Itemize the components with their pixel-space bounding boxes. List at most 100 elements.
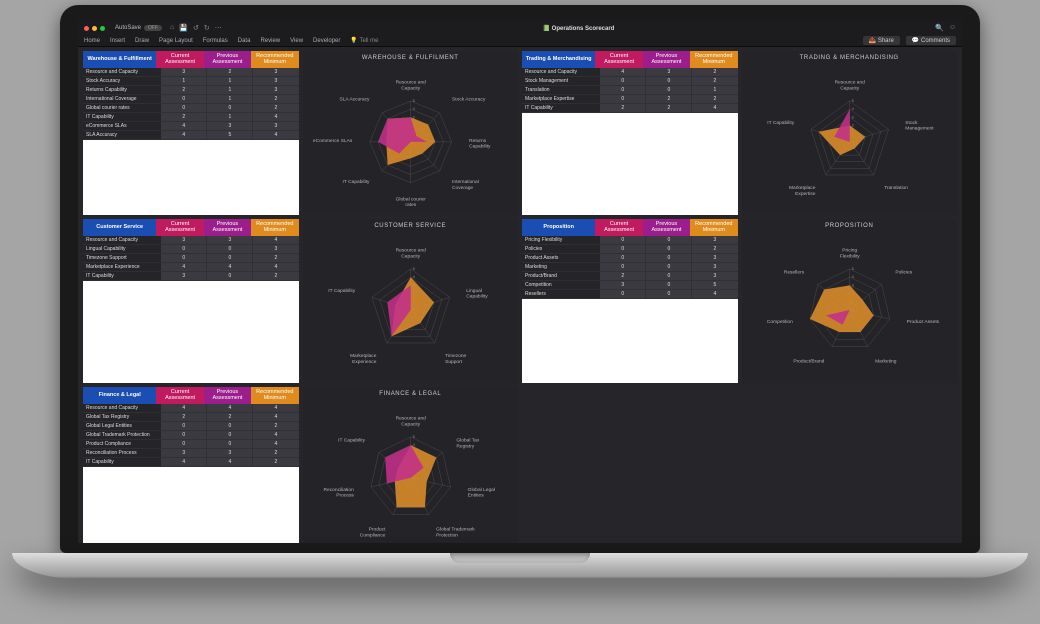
table-row[interactable]: Resellers004 (522, 290, 738, 299)
cell-current[interactable]: 4 (161, 263, 206, 272)
cell-previous[interactable]: 0 (645, 272, 691, 281)
cell-previous[interactable]: 0 (645, 77, 691, 86)
cell-previous[interactable]: 3 (206, 236, 252, 245)
cell-minimum[interactable]: 2 (252, 95, 298, 104)
cell-previous[interactable]: 0 (206, 272, 252, 281)
table-row[interactable]: Product Compliance004 (83, 440, 299, 449)
more-icon[interactable]: ⋯ (215, 24, 222, 32)
cell-current[interactable]: 2 (161, 86, 206, 95)
table-row[interactable]: Resource and Capacity334 (83, 236, 299, 245)
cell-minimum[interactable]: 2 (252, 422, 298, 431)
cell-current[interactable]: 3 (600, 281, 645, 290)
cell-previous[interactable]: 2 (206, 68, 252, 77)
cell-previous[interactable]: 0 (206, 431, 252, 440)
tab-formulas[interactable]: Formulas (203, 38, 228, 44)
cell-current[interactable]: 0 (161, 104, 206, 113)
comments-button[interactable]: 💬 Comments (906, 36, 956, 45)
cell-minimum[interactable]: 4 (252, 131, 298, 140)
tab-insert[interactable]: Insert (110, 38, 125, 44)
cell-minimum[interactable]: 2 (252, 272, 298, 281)
table-row[interactable]: Translation001 (522, 86, 738, 95)
autosave-toggle[interactable]: AutoSave OFF (115, 25, 162, 31)
cell-previous[interactable]: 1 (206, 113, 252, 122)
cell-previous[interactable]: 0 (645, 281, 691, 290)
cell-minimum[interactable]: 4 (252, 113, 298, 122)
cell-minimum[interactable]: 3 (252, 77, 298, 86)
cell-minimum[interactable]: 3 (252, 68, 298, 77)
tab-developer[interactable]: Developer (313, 38, 340, 44)
cell-current[interactable]: 0 (161, 431, 206, 440)
table-row[interactable]: Global Legal Entities002 (83, 422, 299, 431)
search-icon[interactable]: 🔍 (935, 24, 944, 32)
cell-current[interactable]: 3 (161, 236, 206, 245)
cell-minimum[interactable]: 4 (252, 431, 298, 440)
table-row[interactable]: Stock Management002 (522, 77, 738, 86)
cell-minimum[interactable]: 2 (691, 77, 737, 86)
cell-current[interactable]: 0 (161, 245, 206, 254)
cell-previous[interactable]: 0 (206, 104, 252, 113)
cell-previous[interactable]: 2 (206, 413, 252, 422)
home-icon[interactable]: ⌂ (170, 24, 174, 32)
table-row[interactable]: IT Capability442 (83, 458, 299, 467)
cell-current[interactable]: 4 (161, 131, 206, 140)
cell-current[interactable]: 0 (161, 95, 206, 104)
cell-previous[interactable]: 0 (206, 422, 252, 431)
cell-current[interactable]: 0 (600, 245, 645, 254)
minimize-icon[interactable] (92, 26, 97, 31)
table-row[interactable]: Global Tax Registry224 (83, 413, 299, 422)
cell-current[interactable]: 4 (161, 122, 206, 131)
tab-data[interactable]: Data (238, 38, 251, 44)
cell-previous[interactable]: 5 (206, 131, 252, 140)
tell-me-search[interactable]: Tell me (350, 37, 378, 44)
cell-current[interactable]: 0 (600, 86, 645, 95)
cell-current[interactable]: 0 (600, 95, 645, 104)
cell-previous[interactable]: 3 (206, 122, 252, 131)
cell-previous[interactable]: 4 (206, 263, 252, 272)
tab-view[interactable]: View (290, 38, 303, 44)
table-row[interactable]: Lingual Capability003 (83, 245, 299, 254)
cell-previous[interactable]: 0 (645, 263, 691, 272)
cell-minimum[interactable]: 3 (691, 272, 737, 281)
cell-current[interactable]: 3 (161, 272, 206, 281)
cell-previous[interactable]: 0 (645, 290, 691, 299)
cell-minimum[interactable]: 2 (252, 104, 298, 113)
cell-current[interactable]: 2 (600, 104, 645, 113)
cell-current[interactable]: 0 (600, 254, 645, 263)
cell-previous[interactable]: 2 (645, 95, 691, 104)
table-row[interactable]: SLA Accuracy454 (83, 131, 299, 140)
tab-home[interactable]: Home (84, 38, 100, 44)
cell-minimum[interactable]: 2 (691, 95, 737, 104)
close-icon[interactable] (84, 26, 89, 31)
cell-current[interactable]: 0 (600, 290, 645, 299)
cell-minimum[interactable]: 5 (691, 281, 737, 290)
cell-current[interactable]: 4 (161, 458, 206, 467)
table-row[interactable]: Timezone Support002 (83, 254, 299, 263)
cell-previous[interactable]: 0 (206, 254, 252, 263)
cell-current[interactable]: 2 (161, 113, 206, 122)
cell-previous[interactable]: 0 (206, 440, 252, 449)
table-row[interactable]: Marketplace Expertise022 (522, 95, 738, 104)
undo-icon[interactable]: ↺ (193, 24, 199, 32)
table-row[interactable]: IT Capability214 (83, 113, 299, 122)
share-button[interactable]: 📤 Share (863, 36, 900, 45)
save-icon[interactable]: 💾 (179, 24, 188, 32)
window-controls[interactable] (84, 26, 105, 31)
cell-previous[interactable]: 3 (206, 449, 252, 458)
maximize-icon[interactable] (100, 26, 105, 31)
cell-previous[interactable]: 1 (206, 95, 252, 104)
cell-current[interactable]: 2 (600, 272, 645, 281)
cell-current[interactable]: 2 (161, 413, 206, 422)
cell-minimum[interactable]: 2 (691, 245, 737, 254)
cell-current[interactable]: 3 (161, 68, 206, 77)
cell-minimum[interactable]: 3 (691, 263, 737, 272)
cell-minimum[interactable]: 4 (691, 104, 737, 113)
table-row[interactable]: Resource and Capacity432 (522, 68, 738, 77)
tab-review[interactable]: Review (260, 38, 280, 44)
cell-previous[interactable]: 1 (206, 86, 252, 95)
cell-current[interactable]: 4 (161, 404, 206, 413)
cell-minimum[interactable]: 1 (691, 86, 737, 95)
cell-minimum[interactable]: 3 (252, 122, 298, 131)
table-row[interactable]: Global courier rates002 (83, 104, 299, 113)
cell-previous[interactable]: 1 (206, 77, 252, 86)
cell-minimum[interactable]: 2 (252, 449, 298, 458)
